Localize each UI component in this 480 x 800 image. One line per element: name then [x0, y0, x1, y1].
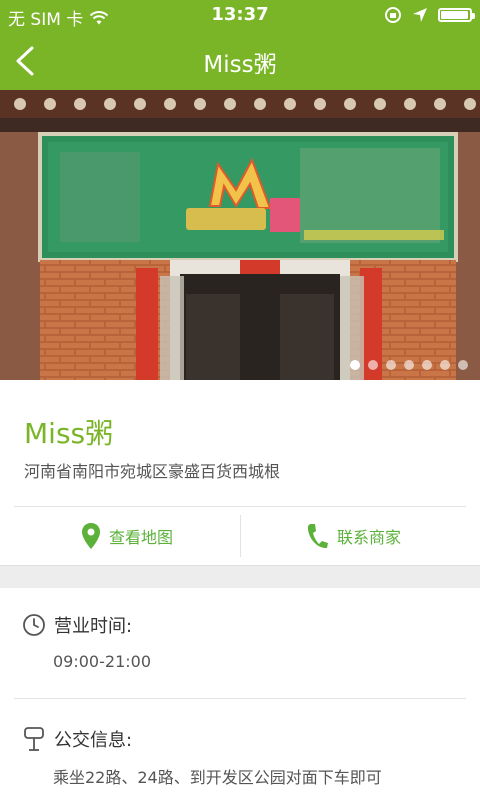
page-title: Miss粥	[203, 52, 277, 78]
carousel-dot[interactable]	[422, 360, 432, 370]
action-row: 查看地图 联系商家	[14, 506, 466, 565]
section-separator	[0, 565, 480, 589]
clock-icon	[23, 614, 45, 636]
shop-details: 营业时间: 09:00-21:00 公交信息: 乘坐22路、24路、到开发区公园…	[0, 588, 480, 800]
view-map-button[interactable]: 查看地图	[14, 507, 240, 565]
contact-merchant-label: 联系商家	[336, 528, 401, 547]
phone-icon	[307, 524, 328, 549]
rotation-lock-icon	[385, 7, 401, 23]
bus-header: 公交信息:	[22, 726, 132, 752]
store-photo	[0, 90, 480, 380]
carousel-dot[interactable]	[458, 360, 468, 370]
shop-address: 河南省南阳市宛城区豪盛百货西城根	[24, 462, 281, 481]
carousel-dot[interactable]	[386, 360, 396, 370]
carousel-dot[interactable]	[404, 360, 414, 370]
status-bar: 无 SIM 卡 13:37	[0, 0, 480, 32]
details-divider	[14, 698, 466, 699]
carousel-indicator	[350, 360, 468, 370]
hours-header: 营业时间:	[22, 612, 132, 638]
bus-label: 公交信息:	[54, 730, 133, 751]
store-photo-carousel[interactable]	[0, 90, 480, 380]
hours-value: 09:00-21:00	[53, 652, 151, 671]
battery-icon	[438, 8, 475, 22]
bus-stop-icon	[24, 727, 44, 751]
bus-value: 乘坐22路、24路、到开发区公园对面下车即可	[53, 768, 382, 787]
shop-info-card: Miss粥 河南省南阳市宛城区豪盛百货西城根 查看地图 联系商家	[0, 380, 480, 566]
carousel-dot[interactable]	[368, 360, 378, 370]
contact-merchant-button[interactable]: 联系商家	[240, 507, 466, 565]
hours-label: 营业时间:	[54, 616, 133, 637]
location-arrow-icon	[413, 8, 427, 22]
shop-name: Miss粥	[24, 417, 114, 450]
carousel-dot[interactable]	[350, 360, 360, 370]
map-pin-icon	[81, 523, 100, 549]
carousel-dot[interactable]	[440, 360, 450, 370]
battery-fill	[441, 11, 468, 19]
status-right	[384, 6, 475, 24]
nav-bar: Miss粥	[0, 32, 480, 90]
view-map-label: 查看地图	[108, 528, 173, 547]
